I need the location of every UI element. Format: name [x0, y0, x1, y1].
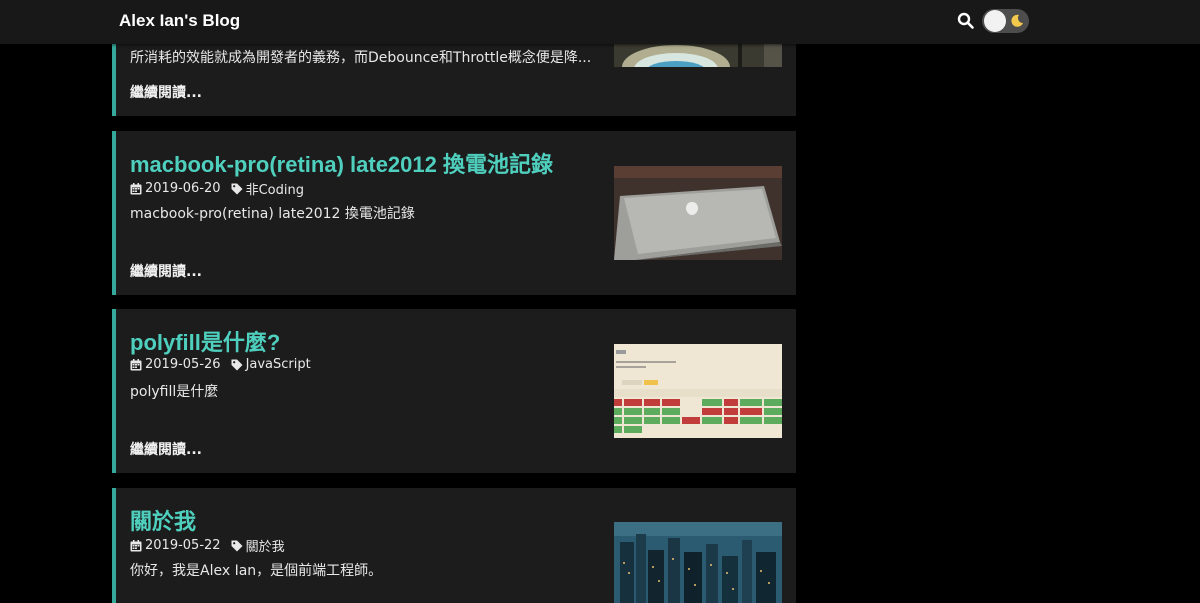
- calendar-icon: [130, 358, 142, 370]
- post-thumbnail[interactable]: [614, 166, 782, 260]
- city-image: [614, 522, 782, 603]
- tag-icon: [231, 540, 243, 551]
- post-date: 2019-05-22: [145, 538, 221, 553]
- browser-support-table-image: [614, 344, 782, 438]
- post-title[interactable]: 關於我: [130, 504, 196, 536]
- post-meta: 2019-06-20 非Coding: [130, 179, 304, 198]
- read-more-link[interactable]: 繼續閱讀...: [130, 82, 202, 102]
- post-title[interactable]: polyfill是什麼?: [130, 325, 280, 357]
- navbar: Alex Ian's Blog: [0, 0, 1200, 44]
- search-icon: [957, 12, 974, 29]
- page: 所消耗的效能就成為開發者的義務，而Debounce和Throttle概念便是降.…: [0, 0, 1200, 603]
- post-tag[interactable]: 關於我: [246, 536, 285, 555]
- post-excerpt: macbook-pro(retina) late2012 換電池記錄: [130, 206, 415, 222]
- search-button[interactable]: [957, 12, 975, 30]
- moon-icon: [1011, 14, 1023, 27]
- post-tag[interactable]: JavaScript: [246, 357, 311, 372]
- laptop-image: [614, 166, 782, 260]
- tag-icon: [231, 359, 243, 370]
- tag-icon: [231, 183, 243, 194]
- post-date: 2019-05-26: [145, 357, 221, 372]
- read-more-link[interactable]: 繼續閱讀...: [130, 439, 202, 459]
- post-tag[interactable]: 非Coding: [246, 179, 304, 198]
- post-excerpt: 你好，我是Alex Ian，是個前端工程師。: [130, 563, 383, 579]
- toggle-knob: [984, 10, 1006, 32]
- site-brand[interactable]: Alex Ian's Blog: [119, 11, 240, 31]
- read-more-link[interactable]: 繼續閱讀...: [130, 261, 202, 281]
- post-thumbnail[interactable]: [614, 344, 782, 438]
- calendar-icon: [130, 182, 142, 194]
- theme-toggle[interactable]: [982, 9, 1029, 33]
- post-meta: 2019-05-22 關於我: [130, 536, 285, 555]
- post-card: 關於我 2019-05-22 關於我 你好，我是Alex Ian，是個前端工程師: [112, 488, 796, 603]
- post-card: macbook-pro(retina) late2012 換電池記錄 2019-…: [112, 131, 796, 295]
- post-thumbnail[interactable]: [614, 522, 782, 603]
- post-excerpt: 所消耗的效能就成為開發者的義務，而Debounce和Throttle概念便是降.…: [130, 50, 592, 66]
- post-meta: 2019-05-26 JavaScript: [130, 357, 311, 372]
- post-card: polyfill是什麼? 2019-05-26 JavaScript polyf: [112, 309, 796, 473]
- calendar-icon: [130, 539, 142, 551]
- post-date: 2019-06-20: [145, 181, 221, 196]
- post-title[interactable]: macbook-pro(retina) late2012 換電池記錄: [130, 147, 553, 179]
- post-excerpt: polyfill是什麼: [130, 384, 219, 400]
